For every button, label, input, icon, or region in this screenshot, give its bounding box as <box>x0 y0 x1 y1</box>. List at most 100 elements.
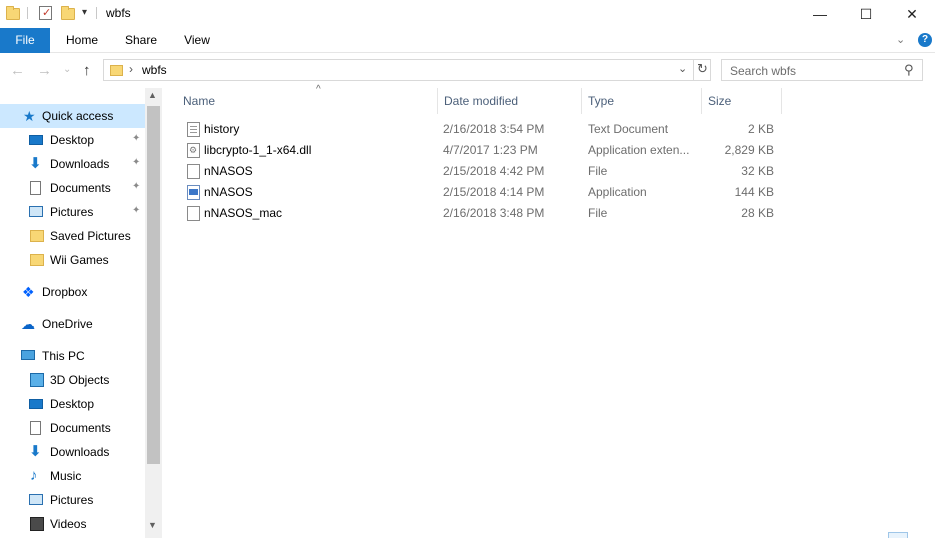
sidebar-item-music[interactable]: ♪ Music <box>0 464 145 488</box>
video-icon <box>30 517 44 531</box>
maximize-button[interactable]: ☐ <box>843 0 889 28</box>
file-name: libcrypto-1_1-x64.dll <box>204 143 312 157</box>
column-header-type[interactable]: Type <box>582 88 701 114</box>
download-icon: ⬇ <box>29 155 42 172</box>
application-icon <box>187 185 200 200</box>
window-title: wbfs <box>106 6 131 20</box>
sidebar-item-this-pc[interactable]: This PC <box>0 344 145 368</box>
breadcrumb-separator[interactable]: › <box>129 62 133 76</box>
sidebar-item-label: OneDrive <box>42 317 93 331</box>
address-divider <box>693 60 694 80</box>
desktop-icon <box>29 399 43 409</box>
column-header-label: Date modified <box>444 94 519 108</box>
address-bar[interactable]: › wbfs ⌄ ↻ <box>103 59 711 81</box>
sort-ascending-icon: ^ <box>316 84 321 95</box>
sidebar-item-videos[interactable]: Videos <box>0 512 145 536</box>
file-size: 32 KB <box>741 164 774 178</box>
file-name: history <box>204 122 240 136</box>
expand-ribbon-chevron-icon[interactable]: ⌄ <box>896 33 905 46</box>
refresh-icon[interactable]: ↻ <box>697 61 708 77</box>
sidebar-item-pictures-pc[interactable]: Pictures <box>0 488 145 512</box>
sidebar-item-label: This PC <box>42 349 85 363</box>
navigation-bar: ← → ⌄ ↑ › wbfs ⌄ ↻ Search wbfs ⚲ <box>0 54 935 88</box>
view-toggle-icon[interactable] <box>888 532 908 538</box>
minimize-button[interactable]: — <box>797 0 843 28</box>
table-row[interactable]: nNASOS 2/15/2018 4:14 PM Application 144… <box>182 182 782 203</box>
folder-icon <box>110 65 123 76</box>
back-button[interactable]: ← <box>10 62 25 79</box>
column-header-date-modified[interactable]: Date modified <box>438 88 581 114</box>
pin-icon[interactable]: ✦ <box>132 205 140 216</box>
sidebar-item-downloads-pc[interactable]: ⬇ Downloads <box>0 440 145 464</box>
pictures-icon <box>29 494 43 505</box>
navigation-pane: ★ Quick access Desktop ✦ ⬇ Downloads ✦ D… <box>0 88 162 538</box>
file-type: File <box>588 164 608 178</box>
tab-view[interactable]: View <box>172 28 222 53</box>
toolbar-separator <box>27 7 28 19</box>
toolbar-separator <box>96 7 97 19</box>
tab-home[interactable]: Home <box>57 28 107 53</box>
sidebar-item-saved-pictures[interactable]: Saved Pictures <box>0 224 145 248</box>
new-folder-icon[interactable] <box>61 6 75 20</box>
pin-icon[interactable]: ✦ <box>132 157 140 168</box>
search-icon[interactable]: ⚲ <box>904 62 914 78</box>
file-icon <box>187 164 200 179</box>
table-row[interactable]: history 2/16/2018 3:54 PM Text Document … <box>182 119 782 140</box>
scrollbar-thumb[interactable] <box>147 106 160 464</box>
sidebar-item-label: Downloads <box>50 445 110 459</box>
sidebar-item-documents[interactable]: Documents ✦ <box>0 176 145 200</box>
text-file-icon <box>187 122 200 137</box>
sidebar-item-quick-access[interactable]: ★ Quick access <box>0 104 145 128</box>
file-icon <box>187 206 200 221</box>
column-divider[interactable] <box>781 88 782 114</box>
file-date: 2/15/2018 4:14 PM <box>443 185 545 199</box>
navigation-scrollbar[interactable]: ▲ ▼ <box>145 88 162 538</box>
star-icon: ★ <box>23 108 36 124</box>
search-input[interactable]: Search wbfs ⚲ <box>721 59 923 81</box>
sidebar-item-label: Documents <box>50 181 111 195</box>
folder-icon <box>30 230 44 242</box>
help-icon[interactable]: ? <box>918 33 932 47</box>
breadcrumb-wbfs[interactable]: wbfs <box>142 63 167 77</box>
computer-icon <box>21 350 35 360</box>
search-placeholder: Search wbfs <box>730 64 797 78</box>
table-row[interactable]: nNASOS_mac 2/16/2018 3:48 PM File 28 KB <box>182 203 782 224</box>
file-date: 2/16/2018 3:48 PM <box>443 206 545 220</box>
pin-icon[interactable]: ✦ <box>132 133 140 144</box>
sidebar-item-label: Videos <box>50 517 87 531</box>
forward-button[interactable]: → <box>37 62 52 79</box>
customize-toolbar-dropdown[interactable]: ▾ <box>82 7 87 18</box>
sidebar-item-downloads[interactable]: ⬇ Downloads ✦ <box>0 152 145 176</box>
sidebar-item-wii-games[interactable]: Wii Games <box>0 248 145 272</box>
scroll-up-icon[interactable]: ▲ <box>148 90 157 100</box>
folder-icon <box>30 254 44 266</box>
address-dropdown-icon[interactable]: ⌄ <box>678 62 687 75</box>
pin-icon[interactable]: ✦ <box>132 181 140 192</box>
sidebar-item-3d-objects[interactable]: 3D Objects <box>0 368 145 392</box>
table-row[interactable]: libcrypto-1_1-x64.dll 4/7/2017 1:23 PM A… <box>182 140 782 161</box>
sidebar-item-label: Desktop <box>50 133 95 147</box>
file-type: Application exten... <box>588 143 690 157</box>
recent-locations-dropdown[interactable]: ⌄ <box>63 64 71 75</box>
scroll-down-icon[interactable]: ▼ <box>148 520 157 530</box>
up-button[interactable]: ↑ <box>83 62 91 79</box>
sidebar-item-pictures[interactable]: Pictures ✦ <box>0 200 145 224</box>
sidebar-item-desktop-pc[interactable]: Desktop <box>0 392 145 416</box>
tab-file[interactable]: File <box>0 28 50 53</box>
close-button[interactable]: ✕ <box>889 0 935 28</box>
column-header-size[interactable]: Size <box>702 88 781 114</box>
properties-icon[interactable]: ✓ <box>39 6 52 20</box>
sidebar-item-documents-pc[interactable]: Documents <box>0 416 145 440</box>
file-name: nNASOS_mac <box>204 206 283 220</box>
cloud-icon: ☁ <box>21 316 35 332</box>
sidebar-item-label: Documents <box>50 421 111 435</box>
tab-share[interactable]: Share <box>116 28 166 53</box>
file-name: nNASOS <box>204 185 253 199</box>
sidebar-item-onedrive[interactable]: ☁ OneDrive <box>0 312 145 336</box>
sidebar-item-desktop[interactable]: Desktop ✦ <box>0 128 145 152</box>
sidebar-item-dropbox[interactable]: ❖ Dropbox <box>0 280 145 304</box>
sidebar-item-label: Pictures <box>50 493 94 507</box>
desktop-icon <box>29 135 43 145</box>
table-row[interactable]: nNASOS 2/15/2018 4:42 PM File 32 KB <box>182 161 782 182</box>
column-header-name[interactable]: Name ^ <box>175 84 437 114</box>
